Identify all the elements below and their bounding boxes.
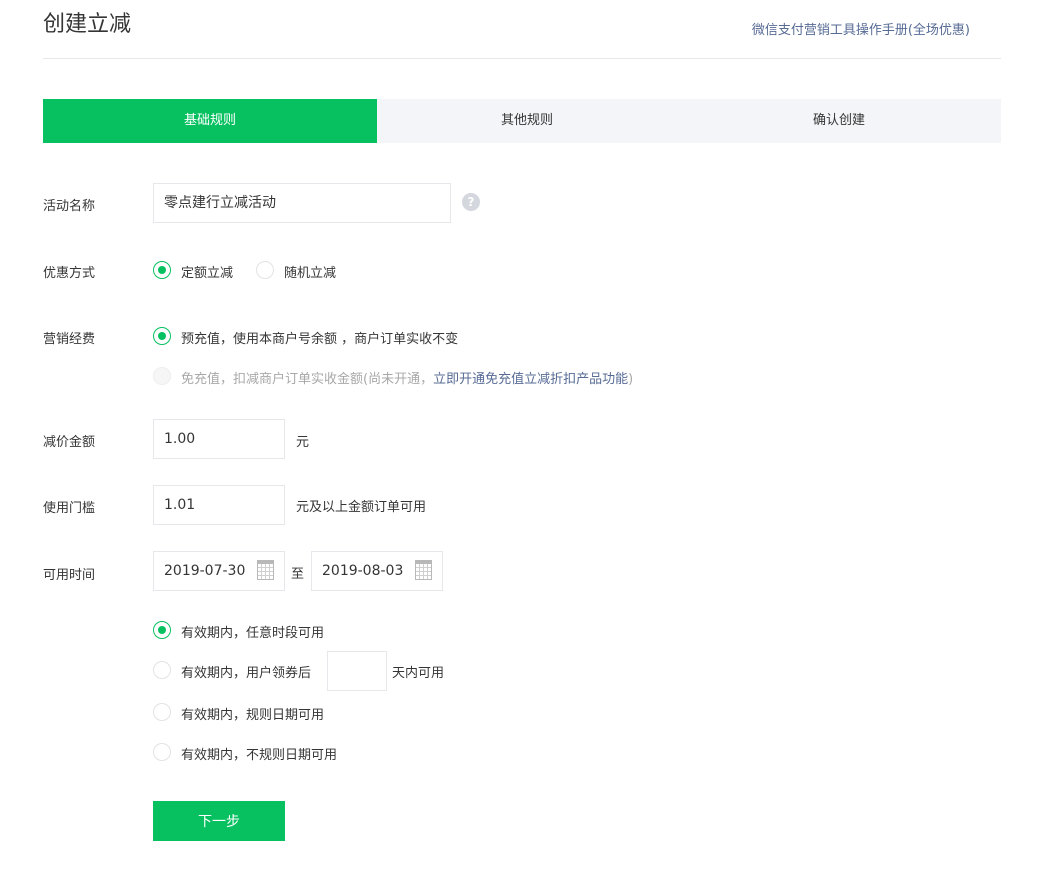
- radio-free-prepaid-label: 免充值，扣减商户订单实收金额(尚未开通，立即开通免充值立减折扣产品功能): [181, 368, 633, 387]
- date-separator: 至: [291, 567, 305, 582]
- reduce-amount-unit: 元: [296, 435, 310, 450]
- end-date-value: 2019-08-03: [322, 563, 404, 579]
- radio-random-discount[interactable]: [256, 261, 274, 279]
- reduce-amount-label: 减价金额: [43, 435, 96, 450]
- activity-name-label: 活动名称: [43, 199, 96, 214]
- radio-random-discount-label: 随机立减: [284, 266, 337, 281]
- step-progress-bar: 基础规则 其他规则 确认创建: [43, 99, 1001, 143]
- radio-regular-dates-label: 有效期内，规则日期可用: [181, 708, 325, 723]
- activate-free-prepaid-link[interactable]: 立即开通免充值立减折扣产品功能: [433, 372, 628, 387]
- radio-irregular-dates[interactable]: [153, 743, 171, 761]
- valid-days-suffix: 天内可用: [392, 666, 445, 681]
- available-time-label: 可用时间: [43, 568, 96, 583]
- marketing-fee-label: 营销经费: [43, 332, 96, 347]
- next-step-button[interactable]: 下一步: [153, 801, 285, 841]
- reduce-amount-input[interactable]: 1.00: [153, 419, 285, 459]
- radio-regular-dates[interactable]: [153, 703, 171, 721]
- start-calendar-icon[interactable]: [257, 560, 274, 580]
- free-prepaid-text: 免充值，扣减商户订单实收金额(尚未开通，: [181, 372, 434, 387]
- page-title: 创建立减: [43, 12, 132, 37]
- radio-prepaid[interactable]: [153, 327, 171, 345]
- operation-manual-link[interactable]: 微信支付营销工具操作手册(全场优惠): [752, 19, 970, 38]
- radio-irregular-dates-label: 有效期内，不规则日期可用: [181, 748, 338, 763]
- radio-days-after-receive[interactable]: [153, 661, 171, 679]
- step-other-rules: 其他规则: [500, 113, 553, 128]
- end-calendar-icon[interactable]: [415, 560, 432, 580]
- step-basic-rules: 基础规则: [183, 113, 236, 128]
- radio-fixed-discount-label: 定额立减: [181, 266, 234, 281]
- valid-days-input[interactable]: [327, 651, 387, 691]
- radio-prepaid-label: 预充值，使用本商户号余额 ，商户订单实收不变: [181, 332, 459, 347]
- threshold-input[interactable]: 1.01: [153, 485, 285, 525]
- start-date-value: 2019-07-30: [164, 563, 246, 579]
- radio-fixed-discount[interactable]: [153, 261, 171, 279]
- threshold-label: 使用门槛: [43, 501, 96, 516]
- radio-any-time-label: 有效期内，任意时段可用: [181, 626, 325, 641]
- radio-days-after-receive-label: 有效期内，用户领券后: [181, 666, 312, 681]
- radio-free-prepaid: [153, 367, 171, 385]
- step-confirm-create: 确认创建: [812, 113, 865, 128]
- threshold-unit: 元及以上金额订单可用: [296, 500, 427, 515]
- help-icon[interactable]: ?: [462, 193, 480, 211]
- radio-any-time[interactable]: [153, 621, 171, 639]
- activity-name-input[interactable]: 零点建行立减活动: [153, 183, 451, 223]
- title-divider: [43, 58, 1001, 59]
- discount-mode-label: 优惠方式: [43, 266, 96, 281]
- free-prepaid-tail: ): [628, 372, 634, 387]
